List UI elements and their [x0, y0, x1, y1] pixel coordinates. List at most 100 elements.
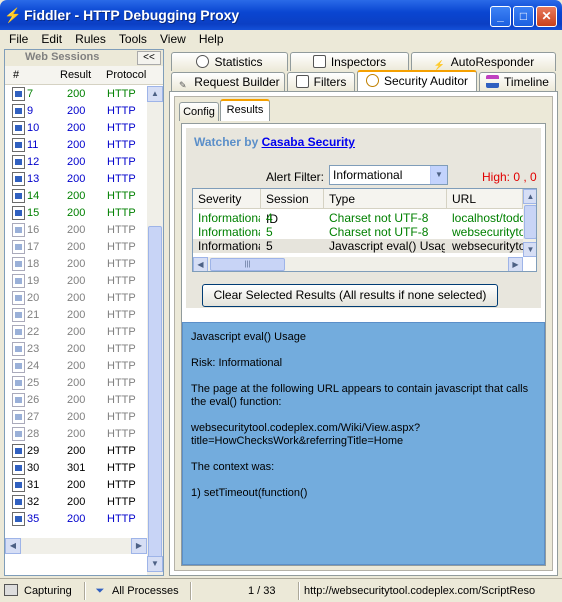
- menu-view[interactable]: View: [155, 30, 191, 48]
- alerts-vertical-scrollbar[interactable]: ▲ ▼: [523, 189, 536, 257]
- column-header-number[interactable]: #: [13, 69, 19, 81]
- tab-filters[interactable]: Filters: [287, 72, 355, 91]
- session-row[interactable]: 12 200 HTTP: [5, 154, 147, 171]
- menu-edit[interactable]: Edit: [36, 30, 67, 48]
- alert-row[interactable]: Informational 4 Charset not UTF-8 localhost…: [193, 211, 523, 225]
- session-number: 27: [27, 411, 40, 423]
- title-bar[interactable]: ⚡ Fiddler - HTTP Debugging Proxy _ □ ✕: [0, 0, 562, 30]
- scroll-thumb[interactable]: |||: [210, 258, 285, 271]
- window-title: Fiddler - HTTP Debugging Proxy: [24, 7, 240, 23]
- scroll-thumb[interactable]: [148, 226, 162, 571]
- session-result: 200: [67, 360, 86, 372]
- alert-row[interactable]: Informational 5 Javascript eval() Usage web…: [193, 239, 523, 253]
- sessions-vertical-scrollbar[interactable]: ▲ ▼: [147, 86, 163, 575]
- session-number: 25: [27, 377, 40, 389]
- session-row[interactable]: 18 200 HTTP: [5, 256, 147, 273]
- status-separator: [190, 582, 192, 600]
- scroll-down-icon[interactable]: ▼: [523, 242, 536, 257]
- session-row[interactable]: 32 200 HTTP: [5, 494, 147, 511]
- scroll-right-icon[interactable]: ▶: [508, 257, 523, 271]
- session-count: 1 / 33: [248, 585, 276, 597]
- capturing-indicator[interactable]: Capturing: [4, 582, 72, 600]
- subtab-config[interactable]: Config: [179, 102, 219, 121]
- tab-inspectors[interactable]: Inspectors: [290, 52, 409, 71]
- menu-help[interactable]: Help: [194, 30, 229, 48]
- scroll-thumb[interactable]: [524, 205, 536, 239]
- tab-timeline[interactable]: Timeline: [479, 72, 556, 91]
- menu-rules[interactable]: Rules: [70, 30, 111, 48]
- session-number: 24: [27, 360, 40, 372]
- tab-autoresponder[interactable]: ⚡ AutoResponder: [411, 52, 556, 71]
- session-row[interactable]: 20 200 HTTP: [5, 290, 147, 307]
- session-row[interactable]: 19 200 HTTP: [5, 273, 147, 290]
- session-result: 200: [67, 207, 86, 219]
- scroll-right-icon[interactable]: ▶: [131, 538, 147, 554]
- tab-request-builder[interactable]: ✎ Request Builder: [171, 72, 285, 91]
- session-row[interactable]: 31 200 HTTP: [5, 477, 147, 494]
- chevron-down-icon[interactable]: ▼: [430, 166, 447, 184]
- alerts-horizontal-scrollbar[interactable]: ◀ ||| ▶: [193, 257, 523, 271]
- column-header-session-id[interactable]: Session ID: [261, 189, 324, 226]
- session-icon: [12, 325, 25, 339]
- menu-file[interactable]: File: [4, 30, 33, 48]
- column-header-result[interactable]: Result: [60, 69, 91, 81]
- scroll-up-icon[interactable]: ▲: [147, 86, 163, 102]
- process-filter[interactable]: ⏷ All Processes: [94, 582, 179, 600]
- stopwatch-icon: [196, 55, 210, 68]
- session-protocol: HTTP: [107, 462, 136, 474]
- tab-security-auditor[interactable]: Security Auditor: [357, 70, 477, 91]
- collapse-button[interactable]: <<: [137, 51, 161, 65]
- scroll-left-icon[interactable]: ◀: [5, 538, 21, 554]
- column-header-severity[interactable]: Severity: [193, 189, 261, 209]
- session-icon: [12, 393, 25, 407]
- maximize-button[interactable]: □: [513, 6, 534, 27]
- session-row[interactable]: 10 200 HTTP: [5, 120, 147, 137]
- checkbox-icon: [295, 75, 309, 88]
- casaba-security-link[interactable]: Casaba Security: [262, 135, 355, 149]
- clear-selected-results-button[interactable]: Clear Selected Results (All results if n…: [202, 284, 498, 307]
- session-row[interactable]: 21 200 HTTP: [5, 307, 147, 324]
- session-number: 32: [27, 496, 40, 508]
- session-row[interactable]: 35 200 HTTP: [5, 511, 147, 528]
- scroll-left-icon[interactable]: ◀: [193, 257, 208, 271]
- session-protocol: HTTP: [107, 445, 136, 457]
- session-row[interactable]: 11 200 HTTP: [5, 137, 147, 154]
- session-row[interactable]: 26 200 HTTP: [5, 392, 147, 409]
- scroll-down-icon[interactable]: ▼: [147, 556, 163, 572]
- session-row[interactable]: 15 200 HTTP: [5, 205, 147, 222]
- sessions-header: Web Sessions <<: [5, 50, 163, 66]
- close-button[interactable]: ✕: [536, 6, 557, 27]
- column-header-protocol[interactable]: Protocol: [106, 69, 146, 81]
- session-row[interactable]: 25 200 HTTP: [5, 375, 147, 392]
- session-protocol: HTTP: [107, 122, 136, 134]
- minimize-button[interactable]: _: [490, 6, 511, 27]
- column-header-type[interactable]: Type: [324, 189, 447, 209]
- session-row[interactable]: 14 200 HTTP: [5, 188, 147, 205]
- alert-filter-select[interactable]: Informational ▼: [329, 165, 448, 185]
- alert-details-box[interactable]: Javascript eval() Usage Risk: Informatio…: [182, 322, 545, 565]
- session-row[interactable]: 28 200 HTTP: [5, 426, 147, 443]
- sessions-horizontal-scrollbar[interactable]: ◀ ▶: [5, 538, 147, 554]
- session-row[interactable]: 9 200 HTTP: [5, 103, 147, 120]
- session-row[interactable]: 7 200 HTTP: [5, 86, 147, 103]
- menu-tools[interactable]: Tools: [114, 30, 152, 48]
- session-row[interactable]: 22 200 HTTP: [5, 324, 147, 341]
- subtab-results[interactable]: Results: [220, 99, 270, 121]
- tab-statistics[interactable]: Statistics: [171, 52, 288, 71]
- session-number: 16: [27, 224, 40, 236]
- session-result: 200: [67, 513, 86, 525]
- session-row[interactable]: 17 200 HTTP: [5, 239, 147, 256]
- alert-row[interactable]: Informational 5 Charset not UTF-8 websecuri…: [193, 225, 523, 239]
- session-row[interactable]: 30 301 HTTP: [5, 460, 147, 477]
- session-row[interactable]: 13 200 HTTP: [5, 171, 147, 188]
- session-row[interactable]: 27 200 HTTP: [5, 409, 147, 426]
- alerts-table: Severity Session ID Type URL Information…: [192, 188, 537, 272]
- session-row[interactable]: 24 200 HTTP: [5, 358, 147, 375]
- session-row[interactable]: 29 200 HTTP: [5, 443, 147, 460]
- session-row[interactable]: 23 200 HTTP: [5, 341, 147, 358]
- session-row[interactable]: 16 200 HTTP: [5, 222, 147, 239]
- timeline-icon: [486, 75, 500, 88]
- column-header-url[interactable]: URL: [447, 189, 523, 209]
- session-protocol: HTTP: [107, 88, 136, 100]
- scroll-up-icon[interactable]: ▲: [523, 189, 536, 204]
